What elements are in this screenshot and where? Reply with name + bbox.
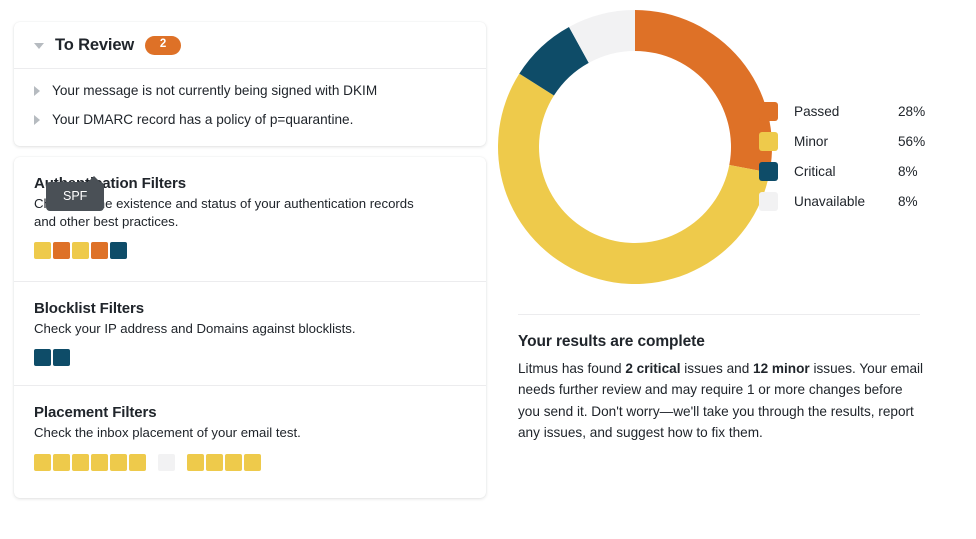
results-title: Your results are complete xyxy=(518,333,705,350)
list-item-label: Your message is not currently being sign… xyxy=(52,83,378,98)
filter-title: Blocklist Filters xyxy=(34,300,145,318)
to-review-header[interactable]: To Review 2 xyxy=(14,22,486,69)
legend-label-minor: Minor xyxy=(794,133,828,149)
legend-item-critical: Critical 8% xyxy=(759,156,925,186)
left-panel: To Review 2 Your message is not currentl… xyxy=(14,22,486,498)
filter-swatch-minor[interactable] xyxy=(34,453,51,471)
results-text-mid: issues and xyxy=(680,361,754,376)
legend-item-unavailable: Unavailable 8% xyxy=(759,186,925,216)
filter-swatch-minor[interactable] xyxy=(187,453,204,471)
filter-swatch-row-blocklist xyxy=(34,349,466,367)
results-critical-count: 2 critical xyxy=(625,361,681,376)
legend-swatch-critical xyxy=(759,161,778,181)
filter-section-blocklist: Blocklist Filters Check your IP address … xyxy=(14,282,486,387)
legend-swatch-passed xyxy=(759,101,778,121)
to-review-count-badge: 2 xyxy=(145,36,182,55)
list-item-label: Your DMARC record has a policy of p=quar… xyxy=(52,112,354,128)
filters-card: Authentication Filters Check for the exi… xyxy=(14,156,486,498)
chevron-right-icon xyxy=(34,86,40,96)
legend-value-passed: 28% xyxy=(898,103,926,119)
filter-description: Check the inbox placement of your email … xyxy=(34,425,301,441)
spf-tooltip: SPF xyxy=(46,175,105,211)
legend-item-minor: Minor 56% xyxy=(759,126,925,156)
filter-section-authentication: Authentication Filters Check for the exi… xyxy=(14,157,486,283)
results-text-prefix: Litmus has found xyxy=(518,361,626,376)
filter-title: Placement Filters xyxy=(34,404,157,422)
right-panel: Passed 28% Minor 56% Critical 8% Unavail… xyxy=(494,0,976,539)
to-review-card: To Review 2 Your message is not currentl… xyxy=(14,22,486,146)
filter-swatch-minor[interactable] xyxy=(53,453,70,471)
filter-swatch-minor[interactable] xyxy=(72,453,89,471)
legend-swatch-unavailable xyxy=(759,191,778,211)
legend-value-unavailable: 8% xyxy=(898,193,918,209)
results-donut-chart xyxy=(494,6,776,288)
filter-swatch-minor[interactable] xyxy=(206,453,223,471)
to-review-list: Your message is not currently being sign… xyxy=(14,69,486,146)
filter-swatch-minor[interactable] xyxy=(244,453,261,471)
filter-swatch-minor[interactable] xyxy=(72,242,89,260)
filter-swatch-passed[interactable] xyxy=(53,242,70,260)
filter-description: Check your IP address and Domains agains… xyxy=(34,321,356,337)
filter-swatch-critical[interactable] xyxy=(53,349,70,367)
filter-swatch-minor[interactable] xyxy=(34,242,51,260)
legend-item-passed: Passed 28% xyxy=(759,96,925,126)
filter-swatch-minor[interactable] xyxy=(129,453,146,471)
results-minor-count: 12 minor xyxy=(753,361,810,376)
results-body: Litmus has found 2 critical issues and 1… xyxy=(518,358,926,444)
filter-swatch-unavailable[interactable] xyxy=(158,453,175,471)
app-root: To Review 2 Your message is not currentl… xyxy=(0,0,976,539)
legend-label-unavailable: Unavailable xyxy=(794,193,866,209)
legend-value-critical: 8% xyxy=(898,163,918,179)
chart-legend: Passed 28% Minor 56% Critical 8% Unavail… xyxy=(759,96,925,216)
filter-swatch-minor[interactable] xyxy=(225,453,242,471)
chevron-down-icon[interactable] xyxy=(34,42,44,49)
chevron-right-icon xyxy=(34,115,40,126)
results-summary: Your results are complete Litmus has fou… xyxy=(518,333,926,444)
list-item[interactable]: Your DMARC record has a policy of p=quar… xyxy=(34,111,466,129)
filter-swatch-row-authentication xyxy=(34,242,466,260)
legend-label-passed: Passed xyxy=(794,103,840,119)
filter-swatch-critical[interactable] xyxy=(110,242,127,260)
filter-swatch-critical[interactable] xyxy=(34,349,51,367)
legend-swatch-minor xyxy=(759,131,778,151)
filter-swatch-row-placement xyxy=(34,453,466,471)
filter-swatch-minor[interactable] xyxy=(110,453,127,471)
legend-value-minor: 56% xyxy=(898,133,926,149)
legend-label-critical: Critical xyxy=(794,163,836,179)
donut-chart-svg xyxy=(498,10,772,284)
filter-section-placement: Placement Filters Check the inbox placem… xyxy=(14,386,486,497)
list-item[interactable]: Your message is not currently being sign… xyxy=(34,82,466,100)
donut-slice-passed[interactable] xyxy=(635,10,772,173)
to-review-title: To Review xyxy=(55,36,135,54)
section-divider xyxy=(518,314,920,315)
filter-swatch-minor[interactable] xyxy=(91,453,108,471)
filter-swatch-passed[interactable] xyxy=(91,242,108,260)
